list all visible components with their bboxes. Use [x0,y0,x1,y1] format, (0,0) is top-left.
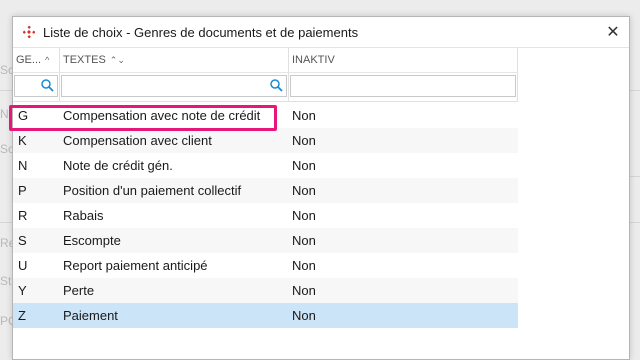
code-cell: Y [18,283,27,298]
code-cell: U [18,258,28,273]
inaktiv-cell: Non [292,208,316,223]
filter-cell-code [13,73,60,101]
background-divider [0,222,12,223]
text-cell: Rabais [63,208,104,223]
choice-grid: GE... ^ TEXTES ⌃⌄ INAKTIV G Compensation… [9,48,518,328]
table-row-selected[interactable]: Z Paiement Non [13,303,518,328]
grid-header: GE... ^ TEXTES ⌃⌄ INAKTIV [13,48,518,73]
table-row[interactable]: U Report paiement anticipé Non [13,253,518,278]
sort-ascending-icon: ^ [45,55,50,65]
table-row[interactable]: P Position d'un paiement collectif Non [13,178,518,203]
column-header-code[interactable]: GE... ^ [13,48,60,72]
inaktiv-cell: Non [292,133,316,148]
filter-cell-texts [60,73,289,101]
code-cell: Z [18,308,26,323]
filter-cell-inaktiv [289,73,518,101]
code-cell: G [18,108,29,123]
title-bar[interactable]: Liste de choix - Genres de documents et … [13,17,629,48]
column-header-label: INAKTIV [292,54,335,66]
column-header-label: GE... [16,54,42,66]
grid-rows: G Compensation avec note de crédit Non K… [9,103,518,328]
search-icon[interactable] [41,79,54,92]
filter-row [13,73,518,102]
text-cell: Perte [63,283,95,298]
table-row[interactable]: S Escompte Non [13,228,518,253]
dialog-title: Liste de choix - Genres de documents et … [43,24,359,40]
inaktiv-cell: Non [292,158,316,173]
column-header-inaktiv[interactable]: INAKTIV [289,48,518,72]
column-header-texts[interactable]: TEXTES ⌃⌄ [60,48,289,72]
code-cell: P [18,183,27,198]
search-icon[interactable] [270,79,283,92]
text-cell: Position d'un paiement collectif [63,183,242,198]
text-cell: Compensation avec client [63,133,212,148]
inaktiv-cell: Non [292,283,316,298]
code-cell: S [18,233,27,248]
table-row[interactable]: K Compensation avec client Non [13,128,518,153]
table-row[interactable]: R Rabais Non [13,203,518,228]
inaktiv-cell: Non [292,258,316,273]
filter-input-inaktiv[interactable] [290,75,516,97]
choice-list-dialog: Liste de choix - Genres de documents et … [9,16,630,360]
inaktiv-cell: Non [292,308,316,323]
background-text: St [0,274,12,288]
inaktiv-cell: Non [292,183,316,198]
table-row[interactable]: N Note de crédit gén. Non [13,153,518,178]
text-cell: Note de crédit gén. [63,158,173,173]
text-cell: Escompte [63,233,121,248]
column-header-label: TEXTES [63,54,106,66]
close-icon: ✕ [606,24,620,41]
text-cell: Paiement [63,308,118,323]
code-cell: K [18,133,27,148]
background-text: N [0,107,9,121]
app-logo-icon [23,26,35,38]
inaktiv-cell: Non [292,233,316,248]
code-cell: N [18,158,28,173]
code-cell: R [18,208,28,223]
text-cell: Compensation avec note de crédit [63,108,261,123]
filter-input-texts[interactable] [61,75,287,97]
table-row[interactable]: Y Perte Non [13,278,518,303]
sort-toggle-icon: ⌃⌄ [109,54,125,65]
text-cell: Report paiement anticipé [63,258,208,273]
table-row[interactable]: G Compensation avec note de crédit Non [9,103,518,131]
inaktiv-cell: Non [292,108,316,123]
close-button[interactable]: ✕ [603,22,623,42]
background-divider [0,90,12,91]
